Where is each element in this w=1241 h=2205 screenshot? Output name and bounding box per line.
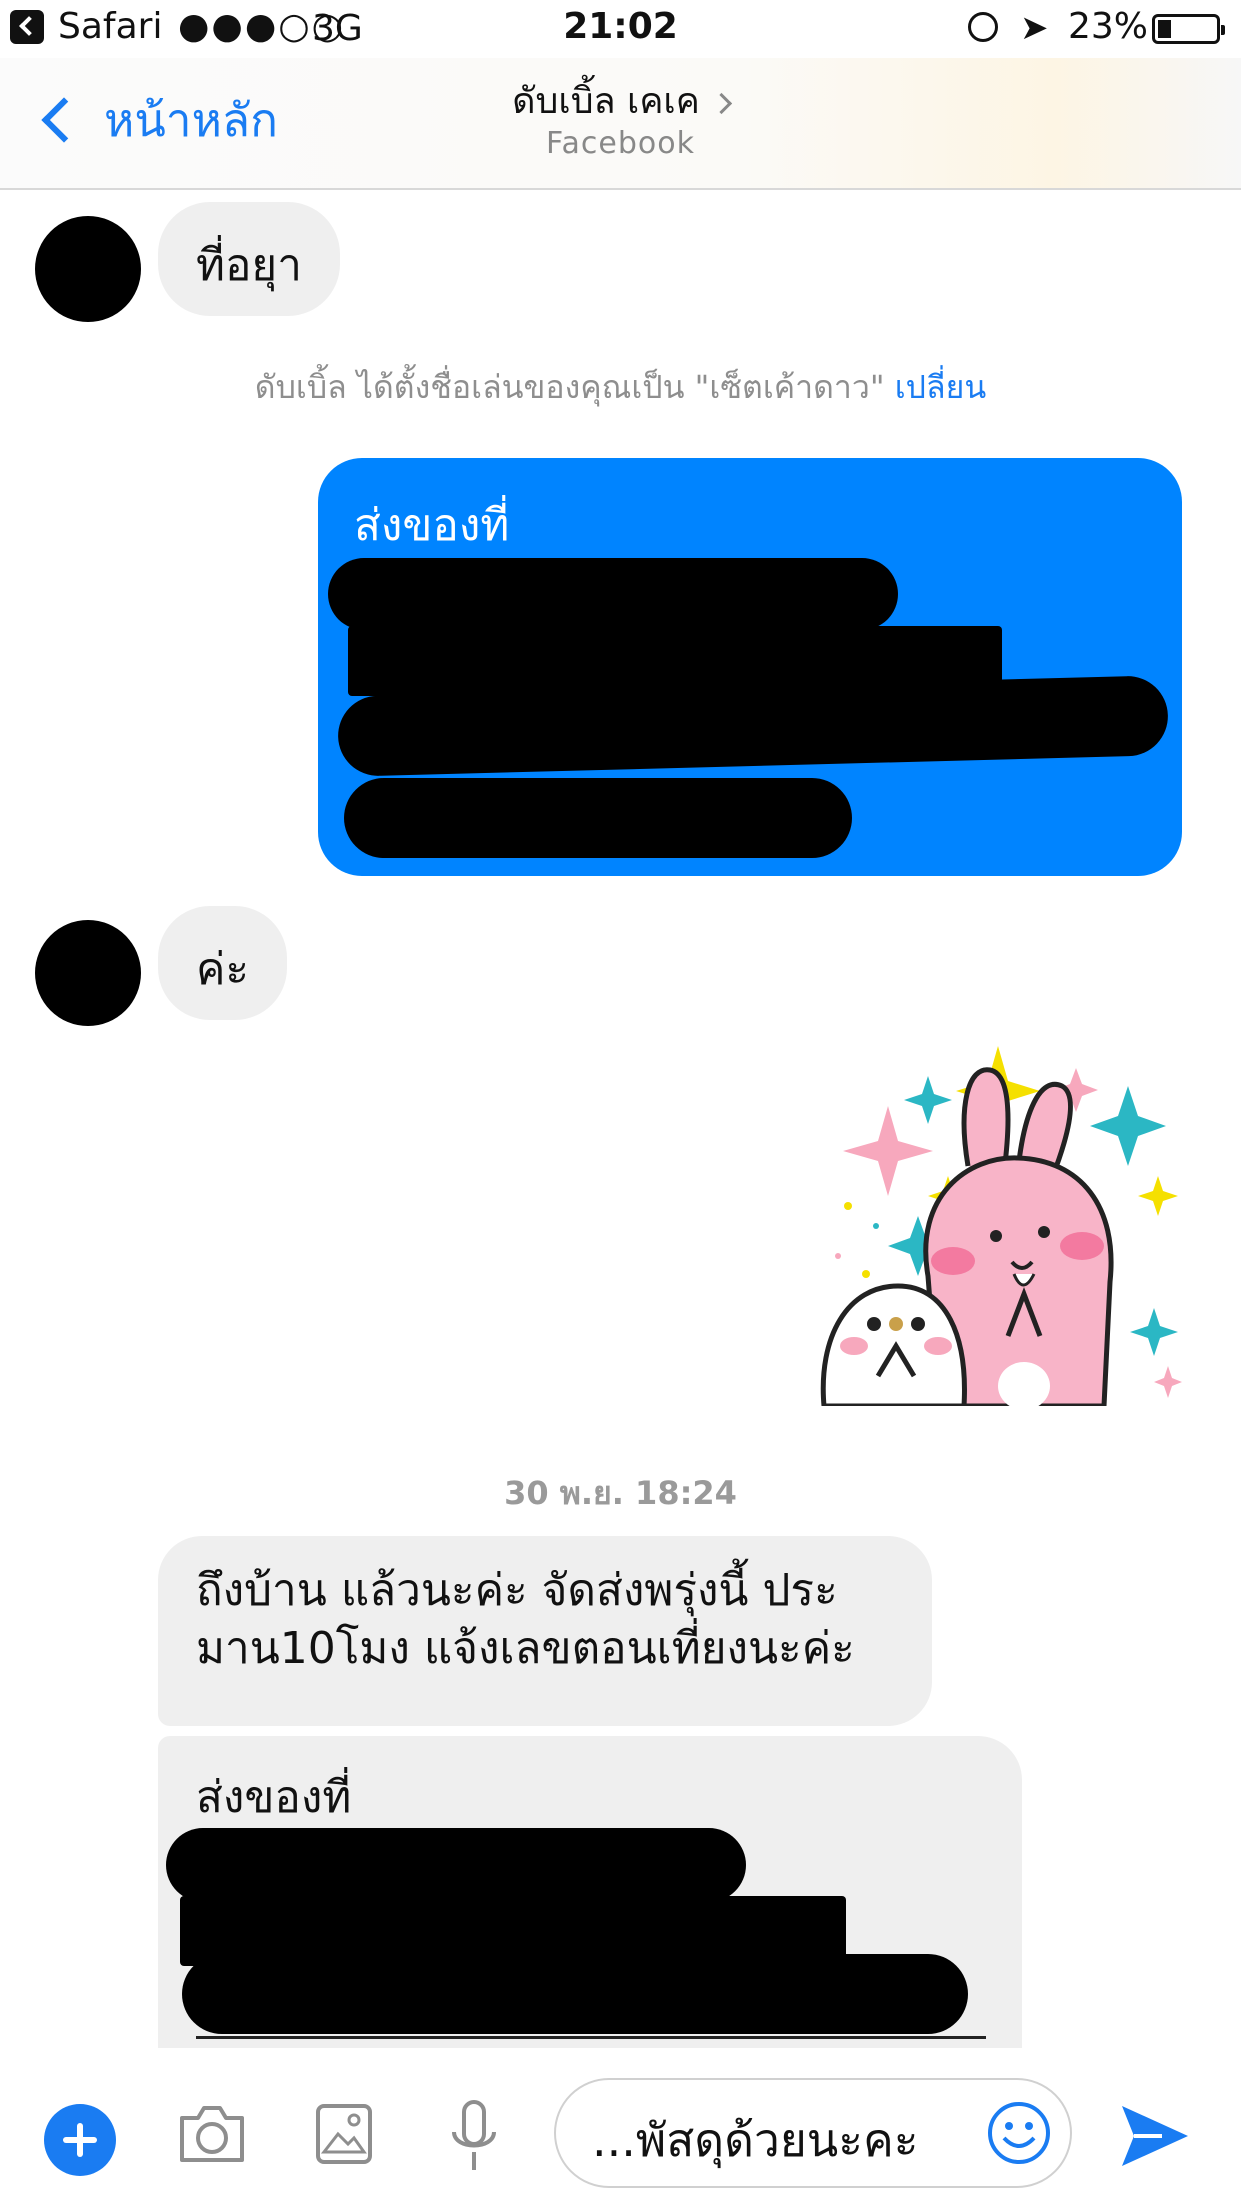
sparkle-icon (1154, 1366, 1182, 1398)
status-bar: Safari ●●●○○ 3G 21:02 ➤ 23% (0, 0, 1241, 58)
message-composer: ...พัสดุด้วยนะคะ (0, 2048, 1241, 2205)
notice-text: ดับเบิ้ล ได้ตั้งชื่อเล่นของคุณเป็น "เซ็ต… (254, 368, 895, 406)
sparkle-icon (904, 1076, 952, 1124)
message-text-line: มาน10โมง แจ้งเลขตอนเที่ยงนะค่ะ (196, 1623, 855, 1674)
message-heading: ส่งของที่ (354, 500, 510, 551)
location-icon: ➤ (1020, 8, 1049, 48)
incoming-message[interactable]: ค่ะ (158, 906, 288, 1020)
sparkle-icon (1138, 1176, 1178, 1216)
conversation-title[interactable]: ดับเบิ้ล เคเค (0, 72, 1241, 129)
redaction-mark (328, 558, 898, 630)
status-time: 21:02 (563, 6, 678, 47)
avatar[interactable] (35, 920, 141, 1026)
message-timestamp: 30 พ.ย. 18:24 (504, 1474, 737, 1512)
redaction-mark (166, 1828, 746, 1902)
battery-percent: 23% (1068, 6, 1149, 47)
message-input-text: ...พัสดุด้วยนะคะ (592, 2113, 919, 2167)
avatar[interactable] (35, 216, 141, 322)
link-underline (196, 2036, 986, 2039)
redaction-mark (182, 1954, 968, 2034)
message-text: ที่อยุา (196, 240, 302, 291)
photo-icon[interactable] (314, 2102, 374, 2166)
incoming-message[interactable]: ส่งของที่ (158, 1736, 1022, 2048)
outgoing-message[interactable]: ส่งของที่ (318, 458, 1182, 876)
chevron-right-icon (710, 92, 732, 114)
message-input[interactable]: ...พัสดุด้วยนะคะ (554, 2078, 1072, 2188)
conversation-subtitle: Facebook (546, 126, 695, 161)
message-heading: ส่งของที่ (196, 1772, 352, 1823)
conversation-title-text: ดับเบิ้ล เคเค (512, 81, 700, 122)
microphone-icon[interactable] (448, 2098, 500, 2174)
nav-bar: หน้าหลัก ดับเบิ้ล เคเค Facebook (0, 58, 1241, 190)
camera-icon[interactable] (176, 2102, 248, 2166)
redaction-mark (344, 778, 852, 858)
nickname-notice: ดับเบิ้ล ได้ตั้งชื่อเล่นของคุณเป็น "เซ็ต… (0, 362, 1241, 413)
sparkle-icon (1090, 1086, 1166, 1166)
sticker-image[interactable] (818, 1046, 1182, 1406)
sparkle-icon (1130, 1308, 1178, 1356)
battery-fill (1158, 20, 1171, 38)
plus-icon[interactable] (44, 2104, 116, 2176)
message-text: ค่ะ (196, 944, 250, 995)
sparkle-icon (843, 1106, 933, 1196)
incoming-message[interactable]: ที่อยุา (158, 202, 340, 316)
send-icon[interactable] (1118, 2102, 1192, 2170)
message-text-line: ถึงบ้าน แล้วนะค่ะ จัดส่งพรุ่งนี้ ประ (196, 1565, 838, 1616)
emoji-icon[interactable] (986, 2100, 1052, 2166)
battery-icon (1152, 14, 1225, 44)
rotation-lock-icon (968, 12, 998, 42)
change-nickname-link[interactable]: เปลี่ยน (895, 368, 986, 406)
incoming-message[interactable]: ถึงบ้าน แล้วนะค่ะ จัดส่งพรุ่งนี้ ประ มาน… (158, 1536, 932, 1726)
